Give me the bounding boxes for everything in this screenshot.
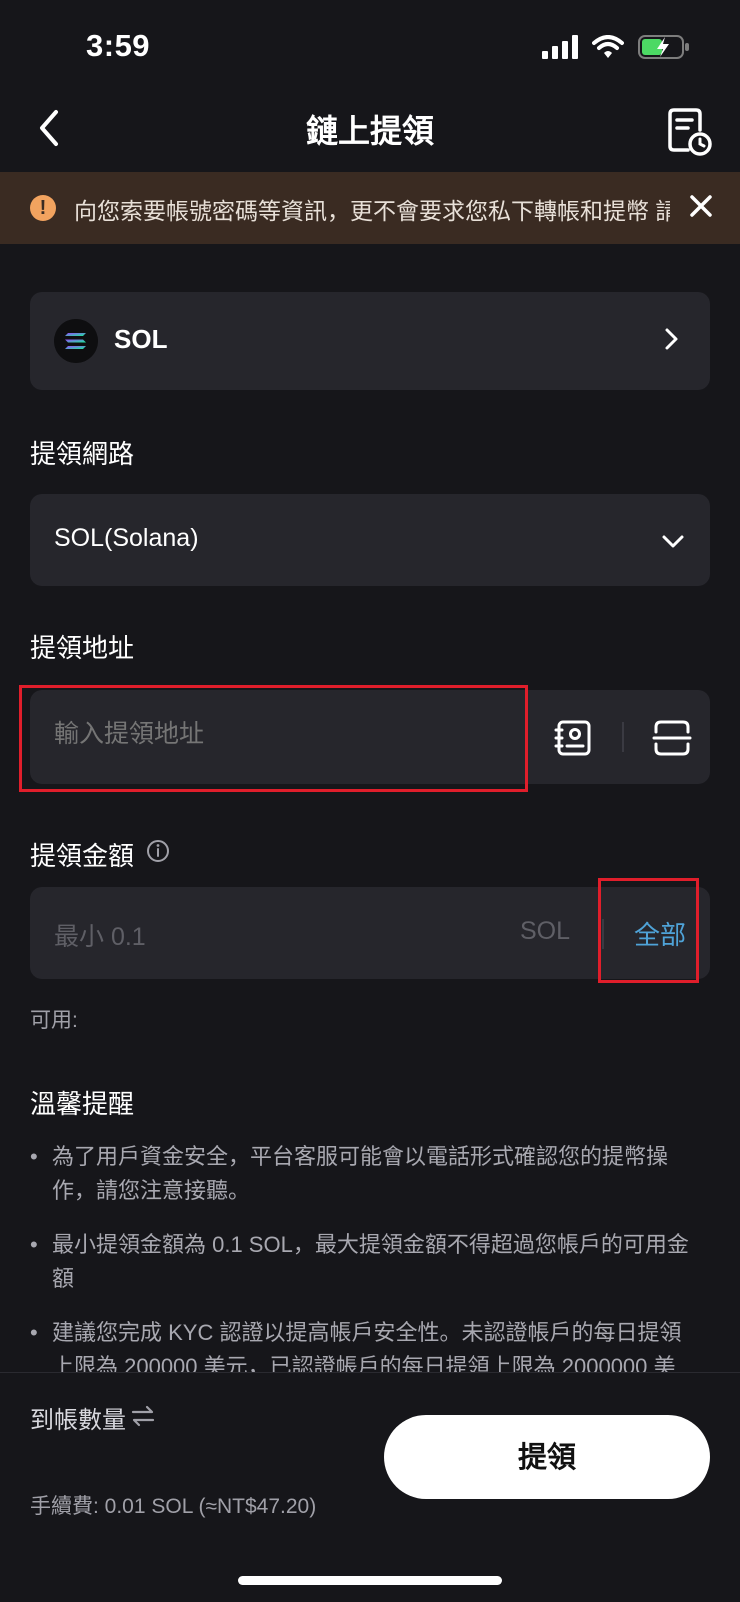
- page-title: 鏈上提領: [305, 113, 434, 149]
- chevron-right-icon: [665, 328, 678, 350]
- close-icon[interactable]: [685, 190, 717, 222]
- signal-icon: [542, 35, 578, 59]
- home-indicator: [238, 1576, 502, 1585]
- network-select[interactable]: SOL(Solana): [30, 494, 710, 586]
- coin-name: SOL: [114, 324, 168, 354]
- network-label: 提領網路: [30, 439, 135, 469]
- tip-text: 建議您完成 KYC 認證以提高帳戶安全性。未認證帳戶的每日提領上限為 20000…: [52, 1320, 682, 1372]
- warning-icon: !: [30, 195, 56, 221]
- address-label: 提領地址: [30, 633, 135, 663]
- bullet: •: [30, 1232, 38, 1257]
- bottom-bar: 到帳數量 手續費: 0.01 SOL (≈NT$47.20) 提領: [0, 1372, 740, 1602]
- tip-text: 為了用戶資金安全，平台客服可能會以電話形式確認您的提幣操作，請您注意接聽。: [52, 1144, 669, 1203]
- bullet: •: [30, 1144, 38, 1169]
- coin-selector[interactable]: SOL: [30, 292, 710, 390]
- record-history-icon[interactable]: [664, 106, 714, 156]
- info-icon[interactable]: [146, 839, 170, 863]
- available-balance: 可用:: [30, 1009, 78, 1032]
- battery-icon: [638, 35, 689, 59]
- tip-item: • 建議您完成 KYC 認證以提高帳戶安全性。未認證帳戶的每日提領上限為 200…: [30, 1316, 700, 1372]
- highlight-box-address: [19, 685, 528, 792]
- tip-item: • 最小提領金額為 0.1 SOL，最大提領金額不得超過您帳戶的可用金額: [30, 1228, 700, 1298]
- address-book-icon[interactable]: [554, 718, 594, 758]
- highlight-box-all: [598, 878, 699, 983]
- tips-title: 溫馨提醒: [30, 1089, 135, 1119]
- swap-icon[interactable]: [130, 1403, 156, 1429]
- warning-text: 向您索要帳號密碼等資訊，更不會要求您私下轉帳和提幣 請小心: [74, 198, 670, 224]
- network-value: SOL(Solana): [54, 524, 199, 552]
- warning-banner: ! 向您索要帳號密碼等資訊，更不會要求您私下轉帳和提幣 請小心: [0, 172, 740, 244]
- fee-text: 手續費: 0.01 SOL (≈NT$47.20): [30, 1495, 317, 1518]
- chevron-down-icon: [662, 535, 684, 548]
- status-icons: [542, 34, 690, 60]
- wifi-icon: [592, 35, 624, 58]
- status-time: 3:59: [86, 28, 151, 63]
- amount-input[interactable]: 最小 0.1: [54, 917, 146, 953]
- tip-item: • 為了用戶資金安全，平台客服可能會以電話形式確認您的提幣操作，請您注意接聽。: [30, 1140, 700, 1210]
- withdraw-button[interactable]: 提領: [384, 1415, 710, 1499]
- bullet: •: [30, 1320, 38, 1345]
- amount-label: 提領金額: [30, 841, 135, 871]
- scan-qr-icon[interactable]: [652, 718, 692, 758]
- solana-logo-icon: [54, 319, 98, 363]
- tip-text: 最小提領金額為 0.1 SOL，最大提領金額不得超過您帳戶的可用金額: [52, 1232, 689, 1291]
- receive-amount-label: 到帳數量: [30, 1407, 126, 1434]
- amount-unit: SOL: [520, 917, 571, 945]
- divider: [622, 722, 624, 752]
